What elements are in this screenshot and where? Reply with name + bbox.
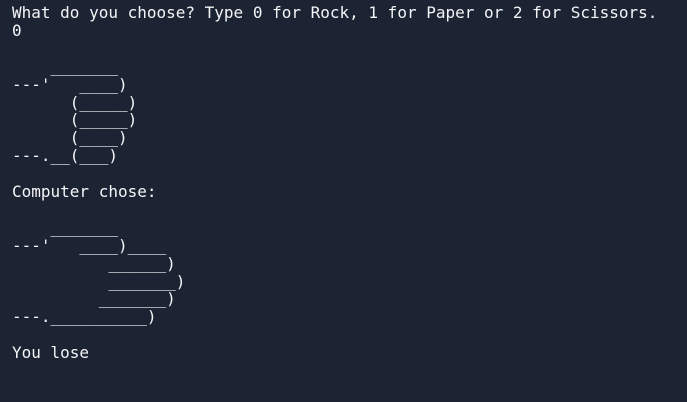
user-choice-ascii-art: _______ ---' ____) (_____) (_____) (____… (12, 56, 138, 166)
computer-chose-label: Computer chose: (12, 182, 157, 202)
prompt-text: What do you choose? Type 0 for Rock, 1 f… (12, 3, 658, 22)
result-text: You lose (12, 343, 90, 363)
terminal-output: What do you choose? Type 0 for Rock, 1 f… (0, 0, 687, 402)
user-input-text: 0 (12, 20, 22, 40)
computer-choice-ascii-art: _______ ---' ____)____ ______) _______) … (12, 217, 186, 327)
